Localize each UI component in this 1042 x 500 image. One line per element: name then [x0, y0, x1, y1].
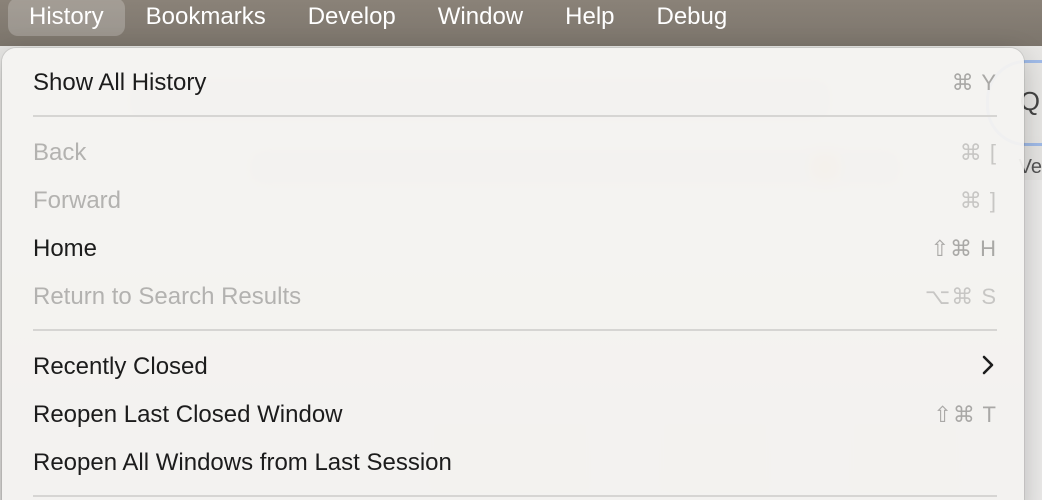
- background-side-panel: [1024, 180, 1042, 500]
- menu-item-reopen-last-closed-window[interactable]: Reopen Last Closed Window ⇧⌘ T: [33, 393, 997, 437]
- menu-separator: [33, 495, 997, 497]
- menu-item-label: Back: [33, 139, 87, 166]
- menu-item-label: Show All History: [33, 69, 207, 96]
- menubar-item-debug[interactable]: Debug: [636, 0, 749, 36]
- menu-item-reopen-all-windows[interactable]: Reopen All Windows from Last Session: [33, 441, 997, 485]
- menubar-item-history[interactable]: History: [8, 0, 125, 36]
- menu-item-label: Home: [33, 235, 98, 262]
- menu-separator: [33, 115, 997, 117]
- menu-item-label: Recently Closed: [33, 353, 208, 380]
- menu-item-label: Return to Search Results: [33, 283, 302, 310]
- menu-separator: [33, 329, 997, 331]
- menubar-item-develop[interactable]: Develop: [287, 0, 417, 36]
- shortcut-label: ⇧⌘ H: [930, 236, 997, 261]
- shortcut-label: ⌥⌘ S: [924, 284, 997, 309]
- shortcut-label: ⌘ ]: [959, 188, 997, 213]
- menu-item-recently-closed[interactable]: Recently Closed: [33, 345, 997, 389]
- menu-item-label: Reopen All Windows from Last Session: [33, 449, 452, 476]
- menu-item-label: Reopen Last Closed Window: [33, 401, 343, 428]
- history-menu: Show All History ⌘ Y Back ⌘ [ Forward ⌘ …: [2, 48, 1024, 500]
- menubar-item-window[interactable]: Window: [417, 0, 544, 36]
- shortcut-label: ⌘ [: [959, 140, 997, 165]
- shortcut-label: ⇧⌘ T: [933, 402, 997, 427]
- chevron-right-icon: [981, 351, 995, 383]
- menu-item-home[interactable]: Home ⇧⌘ H: [33, 227, 997, 271]
- menubar-item-help[interactable]: Help: [544, 0, 635, 36]
- menu-item-back[interactable]: Back ⌘ [: [33, 131, 997, 175]
- menu-item-label: Forward: [33, 187, 122, 214]
- menu-item-show-all-history[interactable]: Show All History ⌘ Y: [33, 61, 997, 105]
- menu-bar: History Bookmarks Develop Window Help De…: [0, 0, 1042, 46]
- menu-item-return-to-search-results[interactable]: Return to Search Results ⌥⌘ S: [33, 275, 997, 319]
- menubar-item-bookmarks[interactable]: Bookmarks: [125, 0, 287, 36]
- shortcut-label: ⌘ Y: [951, 70, 997, 95]
- menu-item-forward[interactable]: Forward ⌘ ]: [33, 179, 997, 223]
